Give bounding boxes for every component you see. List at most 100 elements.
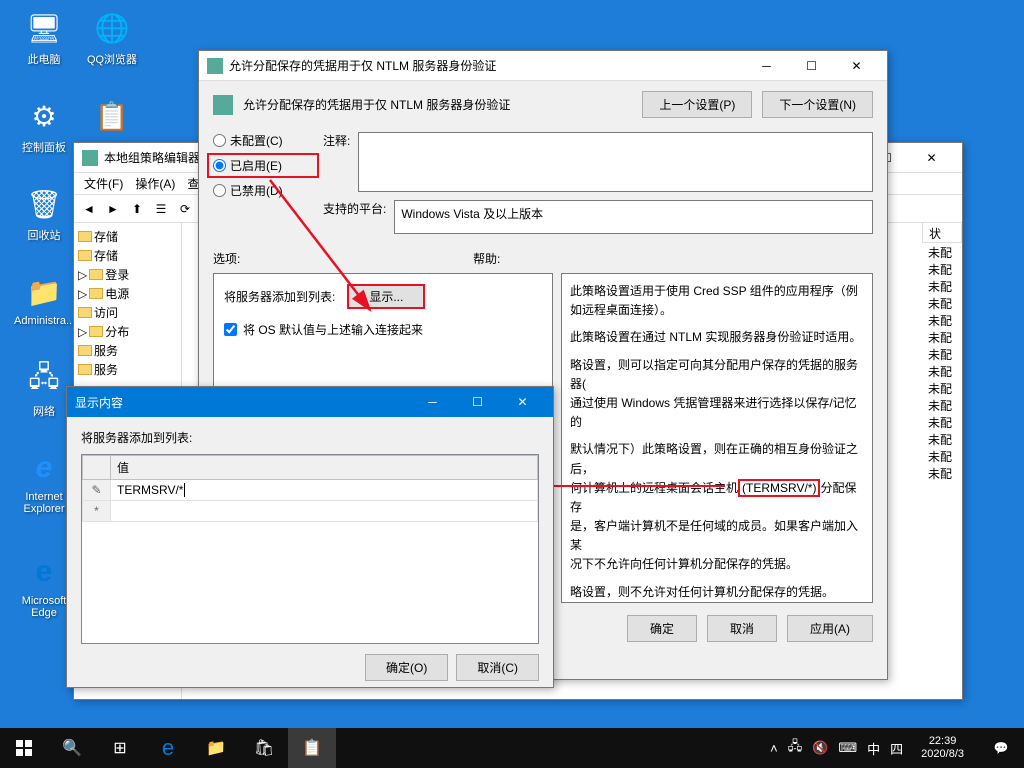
showdlg-max-button[interactable]: ☐ bbox=[455, 387, 500, 417]
list-row[interactable]: 未配 bbox=[922, 464, 962, 481]
grid-row-new[interactable]: * bbox=[83, 501, 111, 522]
prev-setting-button[interactable]: 上一个设置(P) bbox=[642, 91, 752, 118]
list-row[interactable]: 未配 bbox=[922, 328, 962, 345]
tray-clock[interactable]: 22:392020/8/3 bbox=[913, 735, 972, 761]
help-label: 帮助: bbox=[473, 250, 500, 267]
browser-icon: 🌐 bbox=[92, 8, 132, 48]
policy-titlebar[interactable]: 允许分配保存的凭据用于仅 NTLM 服务器身份验证 ─ ☐ ✕ bbox=[199, 51, 887, 81]
list-row[interactable]: 未配 bbox=[922, 413, 962, 430]
system-tray: ˄ 🖧 🔇 ⌨ 中 四 22:392020/8/3 bbox=[764, 735, 978, 761]
window-showcontents[interactable]: 显示内容 ─ ☐ ✕ 将服务器添加到列表: 值 ✎TERMSRV/* * 确定(… bbox=[66, 386, 554, 688]
value-grid[interactable]: 值 ✎TERMSRV/* * bbox=[81, 454, 539, 644]
showdlg-cancel-button[interactable]: 取消(C) bbox=[456, 654, 539, 681]
folder-icon bbox=[89, 326, 103, 337]
start-button[interactable] bbox=[0, 728, 48, 768]
desktop-icon-controlpanel[interactable]: ⚙控制面板 bbox=[14, 96, 74, 155]
list-row[interactable]: 未配 bbox=[922, 379, 962, 396]
folder-icon: 📁 bbox=[24, 272, 64, 312]
showdlg-ok-button[interactable]: 确定(O) bbox=[365, 654, 448, 681]
list-row[interactable]: 未配 bbox=[922, 430, 962, 447]
policy-state-radios: 未配置(C) 已启用(E) 已禁用(D) bbox=[213, 132, 313, 199]
folder-icon bbox=[89, 288, 103, 299]
showdlg-titlebar[interactable]: 显示内容 ─ ☐ ✕ bbox=[67, 387, 553, 417]
policy-close-button[interactable]: ✕ bbox=[834, 51, 879, 81]
policy-icon bbox=[207, 58, 223, 74]
folder-icon bbox=[89, 269, 103, 280]
desktop-icon-ie[interactable]: eInternet Explorer bbox=[14, 448, 74, 515]
list-row[interactable]: 未配 bbox=[922, 447, 962, 464]
menu-file[interactable]: 文件(F) bbox=[80, 173, 127, 194]
radio-disabled[interactable]: 已禁用(D) bbox=[213, 182, 313, 199]
termsrv-highlight: (TERMSRV/*) bbox=[738, 479, 820, 497]
tb-back[interactable]: ◄ bbox=[78, 198, 100, 220]
tb-refresh[interactable]: ⟳ bbox=[174, 198, 196, 220]
platform-label: 支持的平台: bbox=[323, 200, 386, 217]
showdlg-min-button[interactable]: ─ bbox=[410, 387, 455, 417]
search-button[interactable]: 🔍 bbox=[48, 728, 96, 768]
ie-icon: e bbox=[24, 448, 64, 488]
gpedit-icon bbox=[82, 150, 98, 166]
show-button[interactable]: 显示... bbox=[347, 284, 425, 309]
tray-chevron-icon[interactable]: ˄ bbox=[770, 741, 778, 756]
grid-cell-value[interactable]: TERMSRV/* bbox=[111, 480, 538, 501]
policy-cancel-button[interactable]: 取消 bbox=[707, 615, 777, 642]
grid-col-value[interactable]: 值 bbox=[111, 456, 538, 480]
tb-up[interactable]: ⬆ bbox=[126, 198, 148, 220]
desktop-icon-admin[interactable]: 📁Administra... bbox=[14, 272, 74, 327]
desktop-icon-network[interactable]: 🖧网络 bbox=[14, 360, 74, 419]
task-edge[interactable]: e bbox=[144, 728, 192, 768]
task-store[interactable]: 🛍 bbox=[240, 728, 288, 768]
tb-props[interactable]: ☰ bbox=[150, 198, 172, 220]
folder-icon bbox=[78, 364, 92, 375]
list-row[interactable]: 未配 bbox=[922, 311, 962, 328]
trash-icon: 🗑 bbox=[24, 184, 64, 224]
radio-notconfigured[interactable]: 未配置(C) bbox=[213, 132, 313, 149]
tray-network-icon[interactable]: 🖧 bbox=[788, 737, 803, 759]
concat-checkbox[interactable]: 将 OS 默认值与上述输入连接起来 bbox=[224, 321, 542, 338]
tb-fwd[interactable]: ► bbox=[102, 198, 124, 220]
note-textbox[interactable] bbox=[358, 132, 873, 192]
policy-heading-icon bbox=[213, 95, 233, 115]
desktop-icon-qqbrowser[interactable]: 🌐QQ浏览器 bbox=[82, 8, 142, 67]
desktop-icon-recyclebin[interactable]: 🗑回收站 bbox=[14, 184, 74, 243]
policy-ok-button[interactable]: 确定 bbox=[627, 615, 697, 642]
folder-icon bbox=[78, 307, 92, 318]
folder-icon bbox=[78, 345, 92, 356]
policy-max-button[interactable]: ☐ bbox=[789, 51, 834, 81]
monitor-icon: 🖥 bbox=[24, 8, 64, 48]
action-center-button[interactable]: 💬 bbox=[978, 728, 1024, 768]
grid-row-indicator: ✎ bbox=[83, 480, 111, 501]
radio-enabled[interactable]: 已启用(E) bbox=[213, 157, 313, 174]
task-gpedit[interactable]: 📋 bbox=[288, 728, 336, 768]
gpedit-close-button[interactable]: ✕ bbox=[909, 143, 954, 173]
desktop-icon-gpedit-shortcut[interactable]: 📋 bbox=[82, 96, 142, 139]
col-status[interactable]: 状 bbox=[922, 223, 962, 243]
policy-min-button[interactable]: ─ bbox=[744, 51, 789, 81]
note-label: 注释: bbox=[323, 132, 350, 192]
showdlg-close-button[interactable]: ✕ bbox=[500, 387, 545, 417]
grid-cell-empty[interactable] bbox=[111, 501, 538, 522]
next-setting-button[interactable]: 下一个设置(N) bbox=[762, 91, 873, 118]
desktop-icon-edge[interactable]: eMicrosoft Edge bbox=[14, 552, 74, 619]
addserver-label: 将服务器添加到列表: bbox=[224, 288, 335, 305]
policy-apply-button[interactable]: 应用(A) bbox=[787, 615, 873, 642]
edge-icon: e bbox=[24, 552, 64, 592]
taskview-button[interactable]: ⊞ bbox=[96, 728, 144, 768]
help-panel[interactable]: 此策略设置适用于使用 Cred SSP 组件的应用程序（例如远程桌面连接）。 此… bbox=[561, 273, 873, 603]
list-row[interactable]: 未配 bbox=[922, 345, 962, 362]
list-row[interactable]: 未配 bbox=[922, 396, 962, 413]
tray-ime1[interactable]: 中 bbox=[867, 739, 880, 758]
task-explorer[interactable]: 📁 bbox=[192, 728, 240, 768]
tray-volume-icon[interactable]: 🔇 bbox=[812, 740, 828, 756]
menu-action[interactable]: 操作(A) bbox=[131, 173, 179, 194]
list-row[interactable]: 未配 bbox=[922, 362, 962, 379]
list-row[interactable]: 未配 bbox=[922, 277, 962, 294]
list-row[interactable]: 未配 bbox=[922, 260, 962, 277]
list-row[interactable]: 未配 bbox=[922, 294, 962, 311]
list-row[interactable]: 未配 bbox=[922, 243, 962, 260]
showdlg-title: 显示内容 bbox=[75, 394, 410, 411]
taskbar: 🔍 ⊞ e 📁 🛍 📋 ˄ 🖧 🔇 ⌨ 中 四 22:392020/8/3 💬 bbox=[0, 728, 1024, 768]
tray-ime2[interactable]: 四 bbox=[890, 739, 903, 758]
desktop-icon-thispc[interactable]: 🖥此电脑 bbox=[14, 8, 74, 67]
tray-keyboard-icon[interactable]: ⌨ bbox=[838, 740, 857, 756]
